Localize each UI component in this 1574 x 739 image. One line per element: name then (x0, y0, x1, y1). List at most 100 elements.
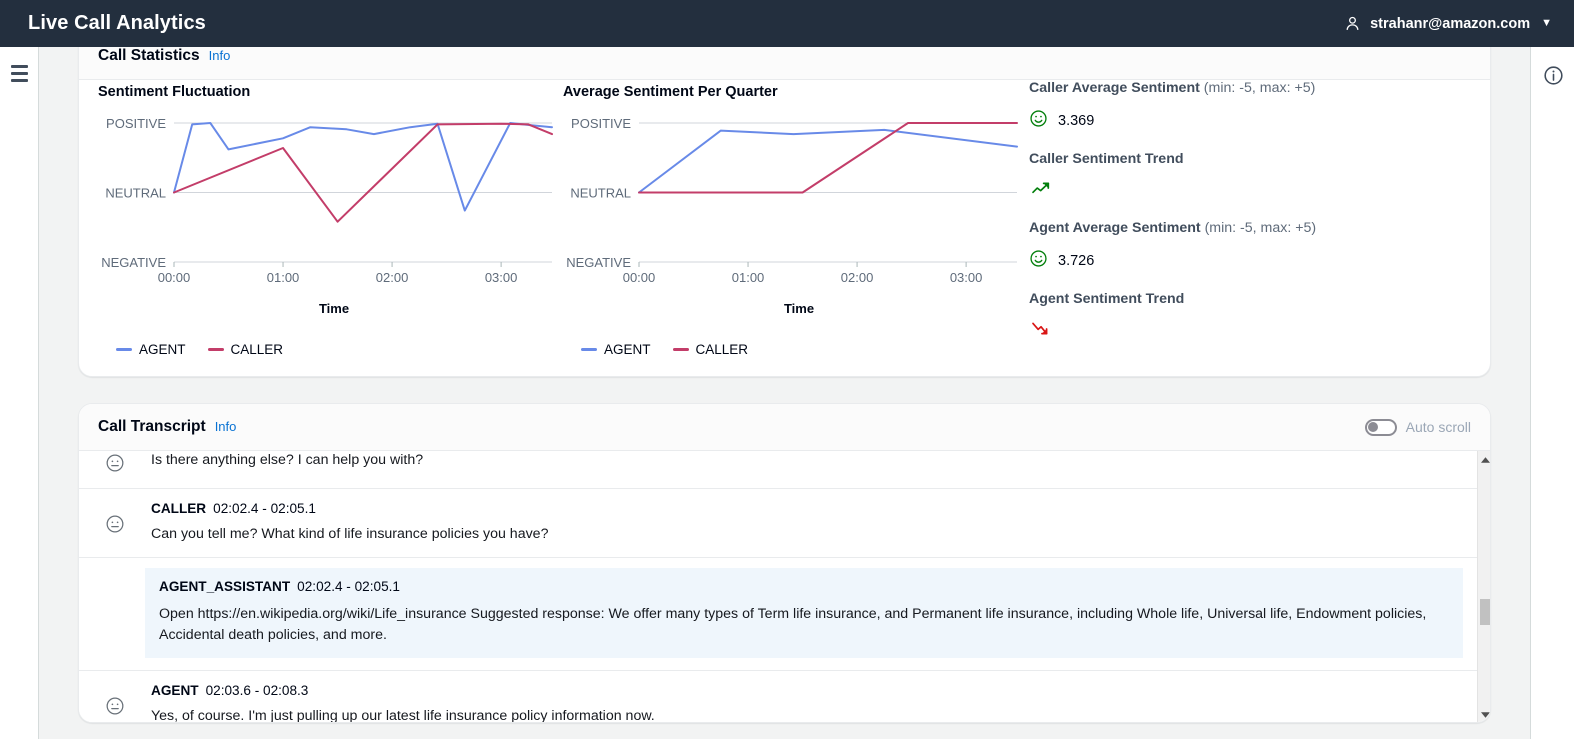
chevron-down-icon[interactable]: ▼ (1541, 18, 1552, 29)
transcript-scrollbar[interactable] (1477, 451, 1490, 722)
transcript-row: CALLER 02:02.4 - 02:05.1 Can you tell me? … (79, 489, 1477, 559)
svg-text:03:00: 03:00 (950, 270, 983, 285)
right-tools-rail (1530, 47, 1574, 739)
chart-plot-area: POSITIVE NEUTRAL NEGATIVE 00:00 01:00 02:00 03… (563, 113, 1033, 303)
svg-text:02:00: 02:00 (376, 270, 409, 285)
toggle-knob (1368, 422, 1379, 432)
legend-item-caller[interactable]: CALLER (672, 342, 748, 357)
legend-item-agent[interactable]: AGENT (116, 342, 186, 357)
transcript-row-assistant: AGENT_ASSISTANT 02:02.4 - 02:05.1 Open htt… (79, 558, 1477, 672)
transcript-speaker: AGENT (151, 683, 199, 699)
svg-text:00:00: 00:00 (623, 270, 656, 285)
agent-sentiment-trend-label: Agent Sentiment Trend (1029, 291, 1185, 307)
call-statistics-header: Call Statistics Info (79, 47, 1490, 80)
auto-scroll-toggle[interactable]: Auto scroll (1364, 418, 1471, 436)
neutral-face-icon (87, 489, 143, 557)
main-content: Call Statistics Info Sentiment Fluctuati… (39, 47, 1530, 739)
transcript-row-content: AGENT 02:03.6 - 02:08.3 Yes, of course. I'… (143, 671, 1463, 723)
transcript-meta: AGENT_ASSISTANT 02:02.4 - 02:05.1 (159, 579, 1449, 594)
legend-swatch-agent (581, 347, 597, 352)
legend-label-agent: AGENT (604, 342, 651, 357)
call-statistics-info-link[interactable]: Info (209, 48, 231, 63)
agent-average-sentiment-value: 3.726 (1058, 253, 1095, 269)
trend-down-icon (1031, 322, 1052, 341)
charts-row: Sentiment Fluctuation POSITIVE NEUTRAL NEG… (79, 80, 1490, 376)
chart-plot-area: POSITIVE NEUTRAL NEGATIVE 00:00 01:00 02:00 03… (98, 113, 568, 303)
scroll-down-arrow-icon[interactable] (1478, 707, 1490, 722)
chart-x-axis-label: Time (318, 301, 350, 316)
transcript-speaker: CALLER (151, 501, 207, 516)
info-circle-icon[interactable] (1543, 65, 1564, 91)
legend-item-agent[interactable]: AGENT (581, 342, 651, 357)
transcript-row-content: Is there anything else? I can help you w… (143, 451, 1463, 488)
transcript-text: Is there anything else? I can help you w… (151, 452, 424, 468)
hamburger-menu-icon[interactable] (11, 65, 28, 86)
sentiment-metrics: Caller Average Sentiment (min: -5, max: … (1029, 80, 1469, 360)
transcript-text: Can you tell me? What kind of life insur… (151, 526, 549, 542)
call-statistics-title: Call Statistics (98, 47, 200, 64)
transcript-speaker: AGENT_ASSISTANT (159, 579, 291, 595)
person-icon (1344, 15, 1361, 32)
caller-sentiment-trend-value (1031, 180, 1469, 202)
call-transcript-header: Call Transcript Info Auto scroll (79, 404, 1490, 451)
user-menu[interactable]: strahanr@amazon.com ▼ (1344, 15, 1552, 32)
smiley-face-icon (1029, 109, 1048, 133)
svg-text:02:00: 02:00 (841, 270, 874, 285)
smiley-face-icon (1029, 249, 1048, 273)
average-sentiment-per-quarter-chart: Average Sentiment Per Quarter POSITIVE NE… (563, 80, 1033, 357)
transcript-text: Open https://en.wikipedia.org/wiki/Life_… (159, 606, 1427, 643)
call-transcript-info-link[interactable]: Info (215, 419, 237, 434)
toggle-switch[interactable] (1364, 418, 1397, 436)
sentiment-fluctuation-chart: Sentiment Fluctuation POSITIVE NEUTRAL NEG… (98, 80, 568, 357)
call-transcript-panel: Call Transcript Info Auto scroll Is ther… (78, 403, 1491, 723)
agent-average-sentiment-range: (min: -5, max: +5) (1204, 220, 1317, 236)
scrollbar-thumb[interactable] (1480, 599, 1490, 625)
call-transcript-title: Call Transcript (98, 418, 206, 435)
trend-up-icon (1031, 182, 1052, 201)
neutral-face-icon (87, 671, 143, 722)
chart-legend: AGENT CALLER (581, 342, 1033, 357)
transcript-list: Is there anything else? I can help you w… (79, 451, 1477, 723)
legend-label-caller: CALLER (230, 342, 284, 357)
agent-sentiment-trend-value (1031, 320, 1469, 342)
legend-swatch-caller (207, 347, 224, 352)
transcript-row-content: CALLER 02:02.4 - 02:05.1 Can you tell me? … (143, 489, 1463, 557)
agent-assistant-card: AGENT_ASSISTANT 02:02.4 - 02:05.1 Open htt… (145, 568, 1463, 659)
caller-average-sentiment-label: Caller Average Sentiment (min: -5, max: … (1029, 80, 1316, 96)
transcript-timestamp: 02:02.4 - 02:05.1 (213, 501, 316, 516)
legend-item-caller[interactable]: CALLER (207, 342, 284, 357)
chart-title: Sentiment Fluctuation (98, 84, 251, 100)
transcript-body: Is there anything else? I can help you w… (79, 451, 1490, 723)
app-shell: Call Statistics Info Sentiment Fluctuati… (0, 47, 1574, 739)
auto-scroll-label: Auto scroll (1405, 419, 1471, 435)
app-header: Live Call Analytics strahanr@amazon.com … (0, 0, 1574, 47)
svg-text:00:00: 00:00 (158, 270, 191, 285)
transcript-row: AGENT 02:03.6 - 02:08.3 Yes, of course. I'… (79, 671, 1477, 723)
left-navigation-rail (0, 47, 39, 739)
chart-legend: AGENT CALLER (116, 342, 568, 357)
app-title: Live Call Analytics (28, 12, 206, 34)
neutral-face-icon (87, 451, 143, 488)
agent-average-sentiment-value-row: 3.726 (1029, 249, 1469, 273)
caller-average-sentiment-value: 3.369 (1058, 113, 1095, 129)
chart-x-axis-label: Time (783, 301, 815, 316)
chart-svg: POSITIVE NEUTRAL NEGATIVE00:00 01:00 02:00 03… (101, 116, 553, 285)
transcript-row: Is there anything else? I can help you w… (79, 451, 1477, 489)
svg-text:POSITIVE: POSITIVE (106, 116, 166, 131)
svg-text:01:00: 01:00 (732, 270, 765, 285)
caller-average-sentiment-value-row: 3.369 (1029, 109, 1469, 133)
call-statistics-panel: Call Statistics Info Sentiment Fluctuati… (78, 47, 1491, 377)
svg-text:01:00: 01:00 (267, 270, 300, 285)
svg-text:NEUTRAL: NEUTRAL (105, 186, 166, 201)
chart-svg: POSITIVE NEUTRAL NEGATIVE00:00 01:00 02:00 03… (566, 116, 1018, 285)
caller-average-sentiment-range: (min: -5, max: +5) (1203, 80, 1316, 96)
transcript-meta: CALLER 02:02.4 - 02:05.1 (151, 501, 1463, 516)
svg-text:POSITIVE: POSITIVE (571, 116, 631, 131)
svg-text:03:00: 03:00 (485, 270, 518, 285)
legend-label-agent: AGENT (139, 342, 186, 357)
transcript-timestamp: 02:02.4 - 02:05.1 (297, 579, 400, 595)
scroll-up-arrow-icon[interactable] (1478, 452, 1490, 467)
transcript-meta: AGENT 02:03.6 - 02:08.3 (151, 683, 1463, 698)
transcript-text: Yes, of course. I'm just pulling up our … (151, 708, 655, 723)
legend-swatch-caller (672, 347, 689, 352)
